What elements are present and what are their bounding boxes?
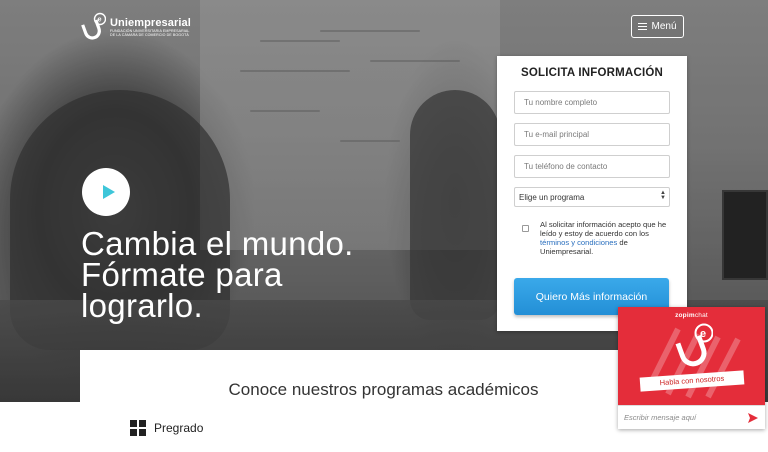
svg-text:e: e — [700, 328, 706, 340]
consent-checkbox[interactable] — [522, 225, 529, 232]
headline-line: lograrlo. — [81, 287, 203, 324]
headline-line: Fórmate para — [81, 256, 283, 293]
chat-widget[interactable]: zopimchat e Habla con nosotros — [618, 307, 765, 429]
send-icon[interactable] — [747, 412, 759, 424]
email-field[interactable] — [514, 123, 670, 146]
pregrado-label: Pregrado — [154, 421, 204, 435]
menu-label: Menú — [651, 21, 677, 32]
chat-input-row — [618, 405, 765, 429]
logo-name: Uniempresarial — [110, 16, 191, 29]
hamburger-icon — [638, 22, 648, 31]
chat-brand: zopimchat — [618, 312, 765, 319]
consent-text: Al solicitar información acepto que he l… — [540, 220, 668, 256]
logo-mark-icon: e — [81, 12, 106, 40]
consent-text-before: Al solicitar información acepto que he l… — [540, 220, 667, 238]
chat-header[interactable]: zopimchat e Habla con nosotros — [618, 307, 765, 405]
programs-section: Conoce nuestros programas académicos Pre… — [80, 350, 687, 452]
headline-line: Cambia el mundo. — [81, 225, 354, 262]
name-field[interactable] — [514, 91, 670, 114]
chat-brand-prefix: zopim — [675, 312, 695, 319]
grid-icon — [130, 420, 146, 436]
chat-brand-suffix: chat — [694, 312, 708, 319]
hero-headline: Cambia el mundo. Fórmate para lograrlo. — [81, 225, 461, 324]
logo-subtitle: DE LA CÁMARA DE COMERCIO DE BOGOTÁ — [110, 33, 189, 37]
terms-link[interactable]: términos y condiciones — [540, 238, 617, 247]
program-select-value[interactable]: Elige un programa — [514, 187, 670, 207]
form-title: SOLICITA INFORMACIÓN — [521, 67, 663, 79]
pregrado-tab[interactable]: Pregrado — [130, 420, 203, 436]
svg-text:e: e — [97, 15, 101, 24]
menu-button[interactable]: Menú — [631, 15, 684, 38]
select-arrows-icon: ▲ ▼ — [660, 190, 666, 201]
play-video-button[interactable] — [82, 168, 130, 216]
info-request-form: SOLICITA INFORMACIÓN Elige un programa ▲… — [497, 56, 687, 331]
programs-title: Conoce nuestros programas académicos — [228, 380, 539, 399]
play-icon — [102, 185, 115, 199]
chat-logo-icon: e — [675, 323, 713, 367]
phone-field[interactable] — [514, 155, 670, 178]
program-select[interactable]: Elige un programa ▲ ▼ — [514, 187, 670, 207]
chat-message-input[interactable] — [624, 413, 747, 422]
site-logo[interactable]: e Uniempresarial FUNDACIÓN UNIVERSITARIA… — [80, 12, 191, 42]
consent-row: Al solicitar información acepto que he l… — [514, 220, 670, 256]
